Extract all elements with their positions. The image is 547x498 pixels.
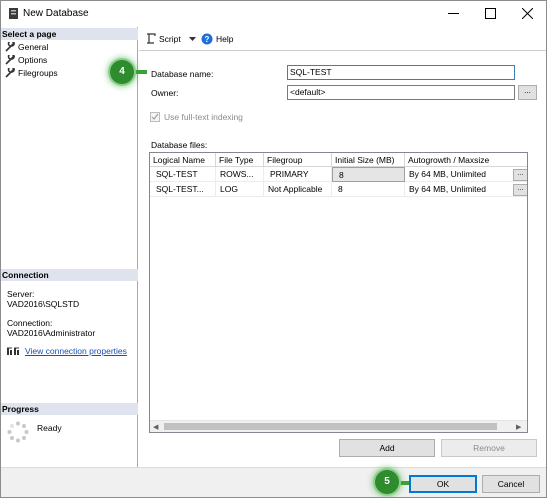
step-5-callout-badge: 5 <box>375 470 399 494</box>
script-icon <box>147 33 156 44</box>
page-item-general[interactable]: General <box>5 41 48 53</box>
column-header-initial-size[interactable]: Initial Size (MB) <box>332 153 405 167</box>
chevron-down-icon <box>188 36 196 41</box>
cell-autogrowth[interactable]: By 64 MB, Unlimited <box>405 167 527 182</box>
owner-browse-button[interactable]: ... <box>518 85 537 100</box>
column-header-file-type[interactable]: File Type <box>216 153 264 167</box>
svg-text:?: ? <box>205 35 210 44</box>
column-header-autogrowth[interactable]: Autogrowth / Maxsize <box>405 153 527 167</box>
wrench-icon <box>5 55 15 65</box>
minimize-icon <box>448 12 459 14</box>
cell-initial-size[interactable]: 8 <box>332 167 405 182</box>
fulltext-indexing-checkbox[interactable] <box>150 112 160 122</box>
progress-status: Ready <box>37 423 62 433</box>
cell-autogrowth[interactable]: By 64 MB, Unlimited <box>405 182 527 197</box>
owner-label: Owner: <box>151 88 179 98</box>
horizontal-scrollbar[interactable]: ◀ ▶ <box>150 420 527 432</box>
toolbar: Script ? Help <box>139 27 546 51</box>
database-files-label: Database files: <box>151 140 208 150</box>
page-item-label: General <box>18 42 49 52</box>
window-title: New Database <box>23 8 89 19</box>
view-connection-link-text: View connection properties <box>25 346 127 356</box>
page-selector-panel: Select a page General Options Filegroups… <box>1 27 138 467</box>
title-bar: New Database <box>1 1 546 27</box>
owner-input[interactable]: <default> <box>287 85 515 100</box>
minimize-button[interactable] <box>437 1 470 25</box>
cancel-button[interactable]: Cancel <box>482 475 540 493</box>
scroll-left-icon[interactable]: ◀ <box>153 423 158 431</box>
ok-button[interactable]: OK <box>409 475 477 493</box>
wrench-icon <box>5 68 15 78</box>
page-item-label: Filegroups <box>18 68 58 78</box>
cell-filegroup[interactable]: PRIMARY <box>264 167 332 182</box>
new-database-dialog: New Database Select a page General Optio… <box>0 0 547 498</box>
cell-filegroup[interactable]: Not Applicable <box>264 182 332 197</box>
cell-logical-name[interactable]: SQL-TEST... <box>150 182 216 197</box>
connection-properties-icon <box>7 347 19 355</box>
table-row[interactable]: SQL-TEST... LOG Not Applicable 8 By 64 M… <box>150 182 527 197</box>
add-file-button[interactable]: Add <box>339 439 435 457</box>
select-page-header: Select a page <box>1 28 138 40</box>
connection-header: Connection <box>1 269 138 281</box>
server-label: Server: <box>7 289 35 299</box>
script-label: Script <box>159 33 181 44</box>
scrollbar-thumb[interactable] <box>164 423 497 430</box>
scroll-right-icon[interactable]: ▶ <box>516 423 521 431</box>
connection-label: Connection: <box>7 318 53 328</box>
database-name-label: Database name: <box>151 69 214 79</box>
maximize-button[interactable] <box>474 1 507 25</box>
checkmark-icon <box>151 113 159 120</box>
view-connection-properties-link[interactable]: View connection properties <box>7 346 127 356</box>
cell-file-type[interactable]: ROWS... <box>216 167 264 182</box>
progress-header: Progress <box>1 403 138 415</box>
cell-file-type[interactable]: LOG <box>216 182 264 197</box>
database-app-icon <box>9 8 18 19</box>
autogrowth-edit-button[interactable]: ... <box>513 184 527 196</box>
page-item-filegroups[interactable]: Filegroups <box>5 67 58 79</box>
connection-value: VAD2016\Administrator <box>7 328 96 338</box>
column-header-filegroup[interactable]: Filegroup <box>264 153 332 167</box>
close-button[interactable] <box>511 1 544 25</box>
server-value: VAD2016\SQLSTD <box>7 299 80 309</box>
page-item-label: Options <box>18 55 48 65</box>
database-name-input[interactable]: SQL-TEST <box>287 65 515 80</box>
script-button[interactable]: Script <box>146 33 197 44</box>
autogrowth-edit-button[interactable]: ... <box>513 169 527 181</box>
fulltext-indexing-row: Use full-text indexing <box>150 112 243 122</box>
table-row[interactable]: SQL-TEST ROWS... PRIMARY 8 By 64 MB, Unl… <box>150 167 527 182</box>
grid-header: Logical Name File Type Filegroup Initial… <box>150 153 527 167</box>
fulltext-indexing-label: Use full-text indexing <box>164 112 243 122</box>
close-icon <box>522 7 533 19</box>
cell-initial-size[interactable]: 8 <box>332 182 405 197</box>
help-icon: ? <box>201 33 213 45</box>
page-item-options[interactable]: Options <box>5 54 47 66</box>
step-4-callout-badge: 4 <box>110 60 134 84</box>
wrench-icon <box>5 42 15 52</box>
column-header-logical-name[interactable]: Logical Name <box>150 153 216 167</box>
dialog-button-bar: OK Cancel <box>1 467 546 497</box>
cell-logical-name[interactable]: SQL-TEST <box>150 167 216 182</box>
progress-spinner-icon <box>7 421 29 443</box>
remove-file-button[interactable]: Remove <box>441 439 537 457</box>
database-files-grid: Logical Name File Type Filegroup Initial… <box>149 152 528 433</box>
help-label: Help <box>216 34 234 44</box>
maximize-icon <box>485 7 496 19</box>
help-button[interactable]: ? Help <box>201 33 233 45</box>
